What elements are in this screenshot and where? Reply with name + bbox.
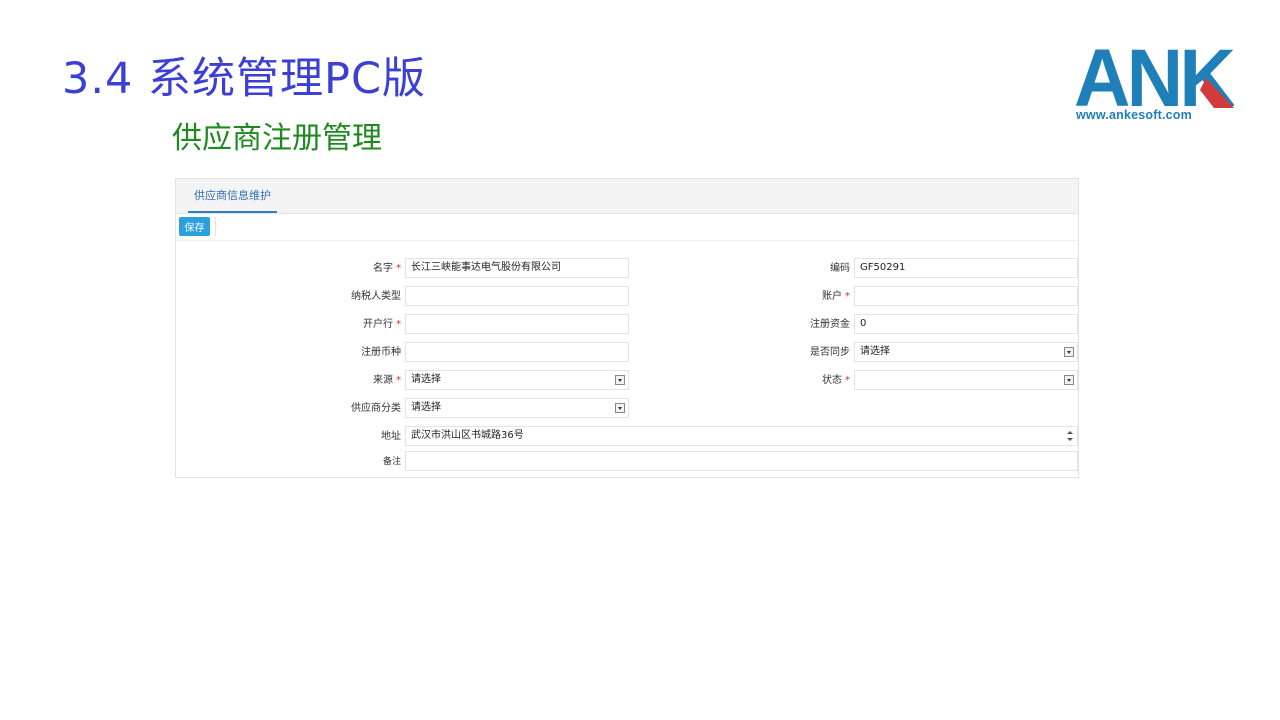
category-select[interactable]: 请选择: [405, 398, 629, 418]
slide-subtitle: 供应商注册管理: [172, 121, 382, 156]
sync-select[interactable]: 请选择: [854, 342, 1078, 362]
bank-input[interactable]: [405, 314, 629, 334]
name-input[interactable]: 长江三峡能事达电气股份有限公司: [405, 258, 629, 278]
status-select[interactable]: [854, 370, 1078, 390]
tab-bar: 供应商信息维护: [176, 179, 1078, 214]
address-value: 武汉市洪山区书城路36号: [411, 430, 524, 441]
sync-select-value: 请选择: [860, 346, 890, 357]
required-mark: *: [396, 319, 401, 330]
currency-input[interactable]: [405, 342, 629, 362]
taxpayer-type-input[interactable]: [405, 286, 629, 306]
slide-title: 3.4 系统管理PC版: [62, 54, 427, 104]
remark-label: 备注: [382, 457, 401, 467]
account-label: 账户 *: [822, 291, 850, 302]
save-button[interactable]: 保存: [179, 217, 210, 236]
name-label: 名字 *: [373, 263, 401, 274]
toolbar: 保存: [176, 214, 1078, 241]
logo-url: www.ankesoft.com: [1076, 108, 1192, 122]
required-mark: *: [396, 375, 401, 386]
status-label: 状态 *: [822, 375, 850, 386]
spinner-icon[interactable]: [1066, 428, 1075, 444]
sync-label: 是否同步: [810, 347, 850, 358]
code-input[interactable]: GF50291: [854, 258, 1078, 278]
chevron-down-icon[interactable]: [615, 403, 625, 413]
required-mark: *: [845, 291, 850, 302]
address-input[interactable]: 武汉市洪山区书城路36号: [405, 426, 1078, 446]
address-label: 地址: [381, 431, 401, 442]
source-select[interactable]: 请选择: [405, 370, 629, 390]
source-select-value: 请选择: [411, 374, 441, 385]
taxpayer-type-label: 纳税人类型: [351, 291, 401, 302]
registered-capital-input[interactable]: 0: [854, 314, 1078, 334]
category-select-value: 请选择: [411, 402, 441, 413]
required-mark: *: [396, 263, 401, 274]
category-label: 供应商分类: [351, 403, 401, 414]
source-label: 来源 *: [373, 375, 401, 386]
remark-input[interactable]: [405, 451, 1078, 471]
toolbar-divider: [215, 217, 216, 236]
registered-capital-label: 注册资金: [810, 319, 850, 330]
supplier-form-panel: 供应商信息维护 保存 名字 * 长江三峡能事达电气股份有限公司 编码 GF5029…: [175, 178, 1079, 478]
account-input[interactable]: [854, 286, 1078, 306]
currency-label: 注册币种: [361, 347, 401, 358]
ank-logo: ANK www.ankesoft.com: [1070, 42, 1240, 126]
required-mark: *: [845, 375, 850, 386]
code-label: 编码: [830, 263, 850, 274]
tab-supplier-info[interactable]: 供应商信息维护: [188, 179, 277, 213]
chevron-down-icon[interactable]: [1064, 347, 1074, 357]
bank-label: 开户行 *: [363, 319, 401, 330]
ank-logo-mark: ANK: [1074, 42, 1234, 108]
chevron-down-icon[interactable]: [1064, 375, 1074, 385]
chevron-down-icon[interactable]: [615, 375, 625, 385]
